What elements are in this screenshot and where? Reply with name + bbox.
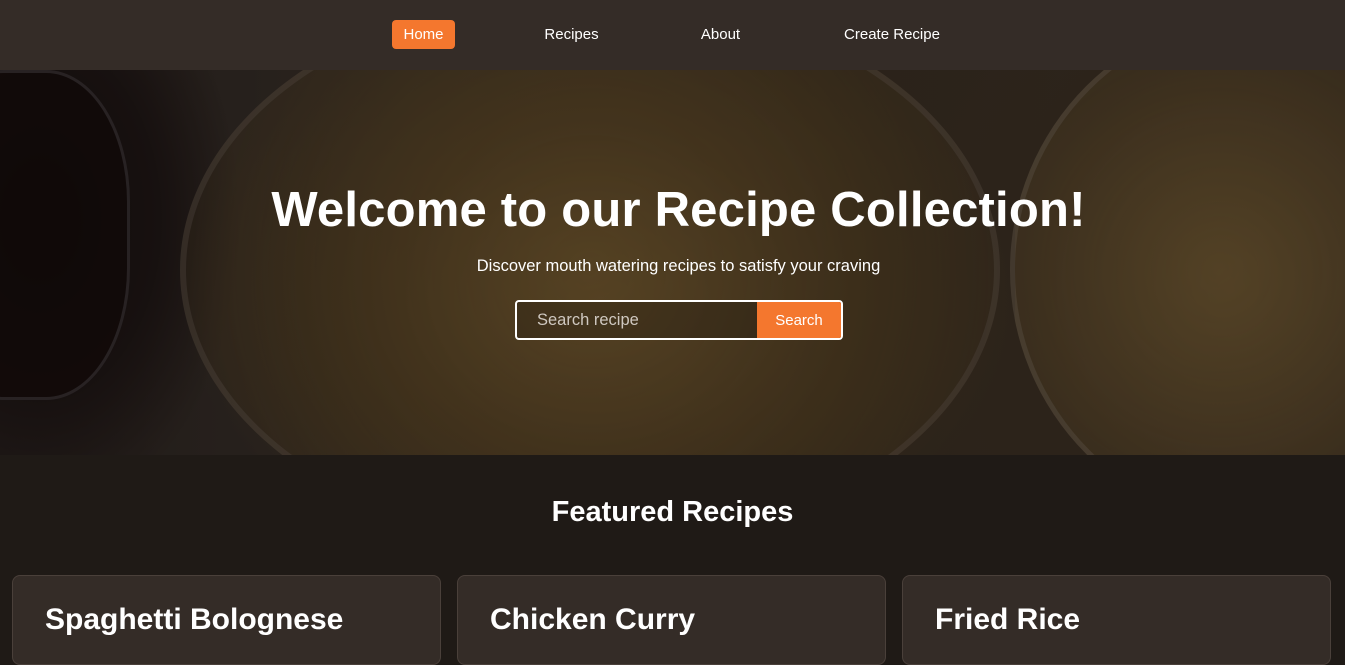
nav-item-home[interactable]: Home (392, 20, 455, 49)
recipe-card[interactable]: Fried Rice (902, 575, 1331, 665)
featured-recipes-heading: Featured Recipes (551, 496, 794, 528)
top-navigation: Home Recipes About Create Recipe (0, 0, 1345, 70)
hero-banner: Welcome to our Recipe Collection! Discov… (0, 70, 1345, 455)
hero-subtitle: Discover mouth watering recipes to satis… (476, 257, 881, 275)
recipe-card-title: Spaghetti Bolognese (45, 603, 344, 636)
recipe-card[interactable]: Spaghetti Bolognese (12, 575, 441, 665)
hero-title: Welcome to our Recipe Collection! (271, 183, 1086, 237)
search-form: Search (515, 300, 843, 340)
recipe-card[interactable]: Chicken Curry (457, 575, 886, 665)
search-button[interactable]: Search (757, 302, 841, 338)
recipe-card-title: Chicken Curry (490, 603, 696, 636)
nav-item-create-recipe[interactable]: Create Recipe (832, 20, 952, 49)
recipe-card-title: Fried Rice (935, 603, 1081, 636)
search-input[interactable] (517, 302, 757, 338)
nav-item-about[interactable]: About (690, 20, 751, 49)
nav-item-recipes[interactable]: Recipes (536, 20, 607, 49)
